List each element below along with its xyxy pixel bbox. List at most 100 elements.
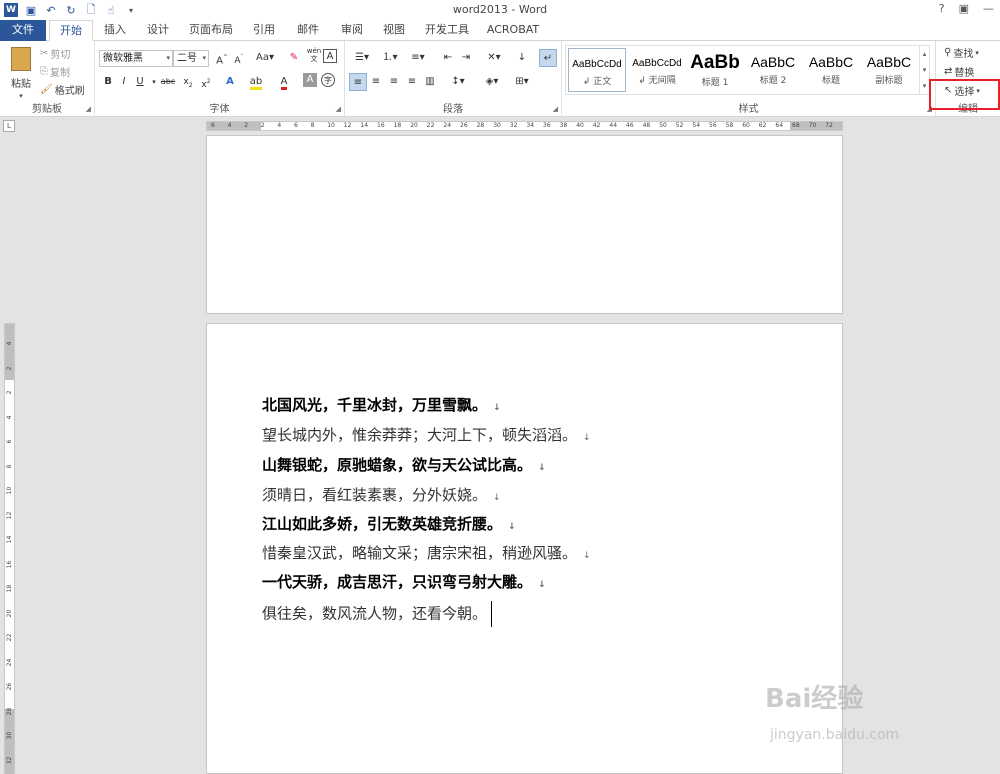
strikethrough-icon[interactable]: abc (159, 73, 177, 91)
enclose-characters-icon[interactable]: 字 (321, 73, 335, 87)
style-heading-2[interactable]: AaBbC 标题 2 (744, 48, 802, 92)
document-line[interactable]: 俱往矣，数风流人物，还看今朝。 (262, 601, 493, 627)
ruler-tick-label: 62 (758, 122, 767, 129)
show-marks-icon[interactable]: ↵ (539, 49, 557, 67)
line-spacing-icon[interactable]: ↕▾ (445, 73, 471, 91)
dialog-launcher-icon[interactable]: ◢ (86, 105, 91, 113)
ruler-tick-label: 50 (659, 122, 667, 129)
tab-references[interactable]: 引用 (244, 20, 284, 41)
replace-icon: ⇄ (944, 66, 953, 77)
tab-review[interactable]: 审阅 (332, 20, 372, 41)
asian-layout-icon[interactable]: ✕▾ (481, 49, 507, 67)
text-cursor (491, 601, 493, 627)
phonetic-guide-icon[interactable]: wén 文 (305, 47, 323, 65)
line-text: 江山如此多娇，引无数英雄竞折腰。 (262, 515, 503, 533)
tab-selector[interactable]: L (3, 120, 15, 132)
style-no-spacing[interactable]: AaBbCcDd ↲ 无间隔 (628, 48, 686, 92)
bullets-icon[interactable]: ☰▾ (349, 49, 375, 67)
line-text: 须晴日，看红装素裹，分外妖娆。 (262, 486, 488, 504)
copy-button[interactable]: ⎘ 复制 (40, 64, 70, 79)
horizontal-ruler[interactable]: 6 4 2 2 4 6 8 10 12 14 16 18 20 22 24 26 28 30 32 34 36 38 40 4… (206, 121, 843, 131)
tab-layout[interactable]: 页面布局 (184, 20, 238, 41)
tab-acrobat[interactable]: ACROBAT (480, 20, 546, 41)
replace-button[interactable]: ⇄ 替换 (944, 64, 974, 79)
document-line[interactable]: 江山如此多娇，引无数英雄竞折腰。 ↓ (262, 513, 516, 534)
ruler-tick-label: 26 (460, 122, 468, 129)
multilevel-list-icon[interactable]: ≡▾ (405, 49, 431, 67)
ruler-tick-label: 24 (443, 122, 452, 129)
character-border-icon[interactable]: A (323, 49, 337, 63)
brush-icon: 🖌 (40, 84, 53, 95)
character-shading-icon[interactable]: A (303, 73, 317, 87)
vertical-ruler[interactable]: 4 2 2 4 6 8 10 12 14 16 18 20 22 24 26 28 30 32 (4, 323, 15, 774)
ruler-tick-label: 48 (642, 122, 651, 129)
scissors-icon: ✂ (40, 48, 49, 59)
document-line[interactable]: 须晴日，看红装素裹，分外妖娆。 ↓ (262, 484, 501, 505)
highlight-icon[interactable]: ab (247, 73, 265, 91)
tab-developer[interactable]: 开发工具 (420, 20, 474, 41)
tab-view[interactable]: 视图 (374, 20, 414, 41)
ruler-tick-label: 14 (360, 122, 369, 129)
font-size-combo[interactable]: 二号 ▾ (173, 50, 209, 67)
text-effects-icon[interactable]: A (221, 73, 239, 91)
clear-format-icon[interactable]: ✎ (285, 49, 303, 67)
dialog-launcher-icon[interactable]: ◢ (336, 105, 341, 113)
document-line[interactable]: 一代天骄，成吉思汗，只识弯弓射大雕。 ↓ (262, 571, 546, 592)
tab-file[interactable]: 文件 (0, 20, 46, 41)
document-page[interactable] (206, 135, 843, 314)
ruler-tick-label: 12 (6, 511, 13, 519)
ruler-tick-label: 68 (792, 122, 800, 129)
cut-button[interactable]: ✂ 剪切 (40, 46, 70, 61)
ruler-tick-label: 38 (559, 122, 568, 129)
tab-mailings[interactable]: 邮件 (288, 20, 328, 41)
change-case-button[interactable]: Aa▾ (253, 49, 277, 67)
tab-insert[interactable]: 插入 (96, 20, 134, 41)
document-line[interactable]: 望长城内外，惟余莽莽；大河上下，顿失滔滔。 ↓ (262, 424, 591, 445)
document-page[interactable]: 北国风光，千里冰封，万里雪飘。 ↓ 望长城内外，惟余莽莽；大河上下，顿失滔滔。 ↓ 山舞… (206, 323, 843, 774)
style-title[interactable]: AaBbC 标题 (802, 48, 860, 92)
paste-button[interactable]: 粘贴 ▾ (8, 47, 34, 100)
justify-icon[interactable]: ≡ (403, 73, 421, 91)
dialog-launcher-icon[interactable]: ◢ (553, 105, 558, 113)
style-normal[interactable]: AaBbCcDd ↲ 正文 (568, 48, 626, 92)
ruler-tick-label: 32 (6, 756, 13, 764)
gallery-scroll[interactable]: ▴ ▾ ▾ (919, 46, 929, 94)
minimize-button[interactable]: — (983, 2, 994, 15)
ruler-tick-label: 56 (709, 122, 717, 129)
find-button[interactable]: ⚲ 查找 ▾ (944, 45, 979, 60)
ruler-tick-label: 16 (6, 560, 13, 568)
style-subtitle[interactable]: AaBbC 副标题 (860, 48, 918, 92)
style-heading-1[interactable]: AaBb 标题 1 (686, 48, 744, 92)
grow-font-icon[interactable]: A^ (213, 49, 231, 67)
align-right-icon[interactable]: ≡ (385, 73, 403, 91)
ribbon-display-button[interactable]: ▣ (959, 2, 969, 15)
increase-indent-icon[interactable]: ⇥ (457, 49, 475, 67)
paragraph-mark-icon: ↓ (583, 433, 591, 443)
format-painter-button[interactable]: 🖌 格式刷 (40, 82, 85, 97)
subscript-icon[interactable]: x2 (179, 73, 197, 91)
document-line[interactable]: 北国风光，千里冰封，万里雪飘。 ↓ (262, 394, 501, 415)
decrease-indent-icon[interactable]: ⇤ (439, 49, 457, 67)
tab-home[interactable]: 开始 (49, 20, 93, 41)
shading-icon[interactable]: ◈▾ (479, 73, 505, 91)
help-button[interactable]: ? (939, 2, 945, 15)
ruler-tick-label: 2 (244, 122, 249, 129)
document-line[interactable]: 山舞银蛇，原驰蜡象，欲与天公试比高。 ↓ (262, 454, 546, 475)
watermark-url: jingyan.baidu.com (770, 727, 900, 743)
distributed-icon[interactable]: ▥ (421, 73, 439, 91)
font-name-combo[interactable]: 微软雅黑 ▾ (99, 50, 173, 67)
paragraph-group: ☰▾ ⒈▾ ≡▾ ⇤ ⇥ ✕▾ ↓ ↵ ≡ ≡ ≡ ≡ ▥ ↕▾ ◈▾ ⊞▾ 段… (345, 41, 562, 117)
tab-design[interactable]: 设计 (138, 20, 178, 41)
align-left-icon[interactable]: ≡ (349, 73, 367, 91)
superscript-icon[interactable]: x2 (197, 73, 215, 91)
font-color-icon[interactable]: A (275, 73, 293, 91)
ruler-tick-label: 30 (6, 731, 13, 740)
chevron-down-icon: ▾ (202, 54, 206, 62)
ruler-tick-label: 60 (742, 122, 750, 129)
align-center-icon[interactable]: ≡ (367, 73, 385, 91)
document-line[interactable]: 惜秦皇汉武，略输文采；唐宗宋祖，稍逊风骚。 ↓ (262, 542, 591, 563)
shrink-font-icon[interactable]: Aˇ (230, 49, 248, 67)
sort-icon[interactable]: ↓ (513, 49, 531, 67)
numbering-icon[interactable]: ⒈▾ (377, 49, 403, 67)
borders-icon[interactable]: ⊞▾ (509, 73, 535, 91)
